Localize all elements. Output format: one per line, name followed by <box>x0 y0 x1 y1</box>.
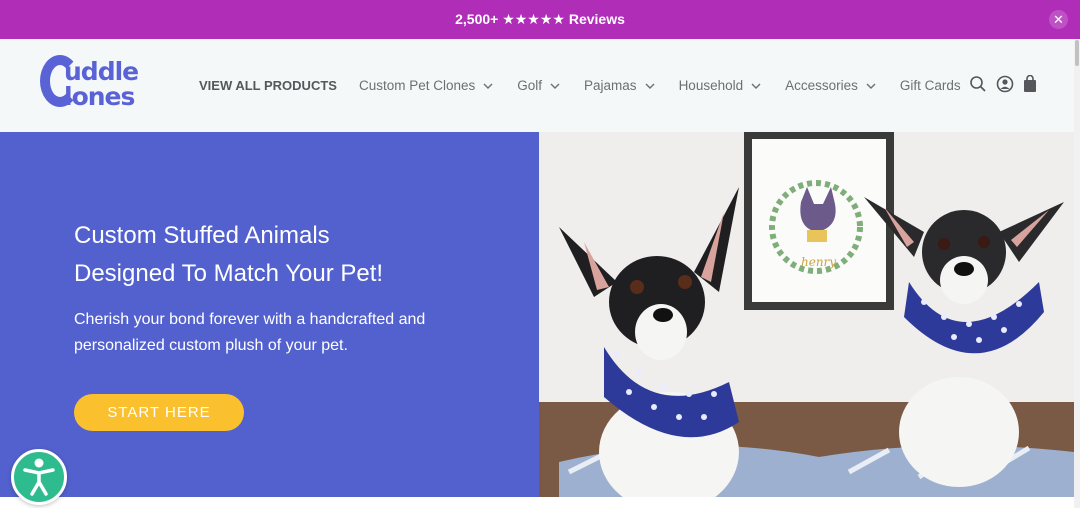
chevron-down-icon <box>645 83 655 89</box>
start-here-button[interactable]: START HERE <box>74 394 244 431</box>
hero-subtitle-line2: personalized custom plush of your pet. <box>74 337 348 354</box>
nav-label: Pajamas <box>584 78 637 93</box>
nav-label: Custom Pet Clones <box>358 78 476 93</box>
nav-label: Golf <box>517 78 543 93</box>
nav-label: VIEW ALL PRODUCTS <box>199 78 337 93</box>
chevron-down-icon <box>550 83 560 89</box>
nav-view-all-products[interactable]: VIEW ALL PRODUCTS <box>199 78 337 93</box>
nav-household[interactable]: Household <box>679 78 762 93</box>
main-nav: VIEW ALL PRODUCTS Custom Pet Clones Golf… <box>199 39 985 132</box>
nav-golf[interactable]: Golf <box>517 78 560 93</box>
hero-subtitle: Cherish your bond forever with a handcra… <box>74 307 494 359</box>
chevron-down-icon <box>866 83 876 89</box>
accessibility-button[interactable] <box>11 449 67 505</box>
nav-custom-pet-clones[interactable]: Custom Pet Clones <box>359 78 493 93</box>
chevron-down-icon <box>483 83 493 89</box>
search-icon[interactable] <box>969 75 987 98</box>
logo[interactable]: uddle lones <box>40 55 180 117</box>
hero-image: henry <box>539 132 1074 497</box>
nav-accessories[interactable]: Accessories <box>785 78 876 93</box>
nav-label: Household <box>678 78 744 93</box>
nav-pajamas[interactable]: Pajamas <box>584 78 655 93</box>
hero-title-line1: Custom Stuffed Animals <box>74 222 330 249</box>
hero-subtitle-line1: Cherish your bond forever with a handcra… <box>74 311 426 328</box>
dogs-photo: henry <box>539 132 1074 497</box>
hero-panel: Custom Stuffed Animals Designed To Match… <box>0 132 539 497</box>
announcement-text: 2,500+ ★★★★★ Reviews <box>455 11 625 27</box>
hero-title-line2: Designed To Match Your Pet! <box>74 260 384 287</box>
nav-gift-cards[interactable]: Gift Cards <box>900 78 961 93</box>
chevron-down-icon <box>751 83 761 89</box>
header-icons <box>969 74 1046 98</box>
nav-label: Gift Cards <box>899 78 961 93</box>
logo-line2: lones <box>64 82 135 111</box>
cart-icon[interactable] <box>1023 74 1037 98</box>
bottom-strip <box>0 497 1074 508</box>
close-icon[interactable]: ✕ <box>1049 10 1068 29</box>
nav-label: Accessories <box>785 78 858 93</box>
scrollbar-track[interactable] <box>1074 39 1080 508</box>
account-icon[interactable] <box>996 75 1014 98</box>
accessibility-icon <box>23 458 55 496</box>
announcement-bar: 2,500+ ★★★★★ Reviews ✕ <box>0 0 1080 39</box>
scrollbar-thumb[interactable] <box>1075 40 1079 66</box>
site-header: uddle lones VIEW ALL PRODUCTS Custom Pet… <box>0 39 1074 132</box>
artwork-signature: henry <box>801 255 836 269</box>
hero-title: Custom Stuffed Animals Designed To Match… <box>74 217 514 293</box>
